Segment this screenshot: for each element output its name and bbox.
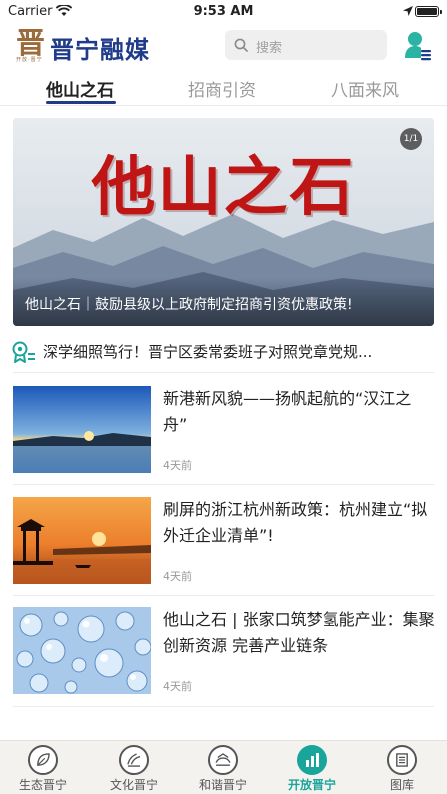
article-thumbnail: [13, 497, 151, 584]
app-title: 晋宁融媒: [50, 36, 150, 64]
app-header: 晋 开放·晋宁 晋宁融媒 搜索: [0, 24, 447, 68]
nav-item-wenhua[interactable]: 文化晋宁: [94, 745, 174, 793]
article-time: 4天前: [163, 459, 192, 472]
banner-page-indicator: 1/1: [400, 128, 422, 150]
clock: 9:53 AM: [193, 4, 254, 19]
banner-caption: 他山之石｜鼓励县级以上政府制定招商引资优惠政策!: [25, 297, 353, 313]
chart-icon: [297, 745, 327, 775]
search-icon: [234, 38, 248, 52]
app-logo: 晋 开放·晋宁: [16, 28, 46, 64]
tab-tashanzhishi[interactable]: 他山之石: [46, 76, 114, 101]
divider: [13, 595, 434, 596]
article-thumbnail: [13, 607, 151, 694]
article-title: 刷屏的浙江杭州新政策：杭州建立“拟外迁企业清单”!: [163, 500, 428, 545]
active-tab-indicator: [46, 101, 116, 104]
divider: [13, 372, 434, 373]
article-item[interactable]: 他山之石 | 张家口筑梦氢能产业：集聚创新资源 完善产业链条 4天前: [13, 607, 435, 695]
logo-glyph: 晋: [16, 26, 46, 60]
article-time: 4天前: [163, 570, 192, 583]
location-arrow-icon: [403, 6, 413, 16]
nav-item-shengtai[interactable]: 生态晋宁: [3, 745, 83, 793]
nav-item-tuku[interactable]: 图库: [362, 745, 442, 793]
notice-item[interactable]: 深学细照笃行！晋宁区委常委班子对照党章党规...: [12, 339, 436, 365]
nav-item-hexie[interactable]: 和谐晋宁: [183, 745, 263, 793]
nav-item-kaifang[interactable]: 开放晋宁: [272, 745, 352, 793]
user-profile-icon[interactable]: [404, 30, 432, 62]
article-time: 4天前: [163, 680, 192, 693]
nav-label: 和谐晋宁: [198, 778, 247, 792]
banner-headline: 他山之石: [91, 150, 356, 225]
nav-label: 生态晋宁: [18, 778, 67, 792]
nav-label: 文化晋宁: [109, 778, 158, 792]
article-title: 他山之石 | 张家口筑梦氢能产业：集聚创新资源 完善产业链条: [163, 610, 435, 655]
battery-icon: [415, 6, 442, 17]
tab-bamianlaifeng[interactable]: 八面来风: [331, 76, 399, 101]
harmony-icon: [208, 745, 238, 775]
article-title: 新港新风貌——扬帆起航的“汉江之舟”: [163, 389, 412, 434]
search-input[interactable]: 搜索: [225, 30, 387, 60]
leaf-icon: [28, 745, 58, 775]
notice-text: 深学细照笃行！晋宁区委常委班子对照党章党规...: [43, 343, 373, 361]
article-item[interactable]: 刷屏的浙江杭州新政策：杭州建立“拟外迁企业清单”! 4天前: [13, 497, 434, 585]
bottom-navigation: 生态晋宁 文化晋宁 和谐晋宁 开放晋宁 图库: [0, 740, 447, 794]
notice-badge-icon: [12, 341, 35, 363]
article-item[interactable]: 新港新风貌——扬帆起航的“汉江之舟” 4天前: [13, 386, 434, 474]
divider: [13, 484, 434, 485]
nav-label: 图库: [389, 778, 414, 792]
search-placeholder: 搜索: [256, 41, 283, 56]
article-thumbnail: [13, 386, 151, 473]
culture-icon: [119, 745, 149, 775]
category-tabs: 他山之石 招商引资 八面来风: [0, 70, 447, 106]
tab-zhaoshangyinzi[interactable]: 招商引资: [188, 76, 256, 101]
featured-banner[interactable]: 他山之石 他山之石｜鼓励县级以上政府制定招商引资优惠政策! 1/1: [13, 118, 434, 326]
nav-label: 开放晋宁: [287, 778, 336, 792]
logo-subtext: 开放·晋宁: [16, 57, 43, 63]
divider: [13, 706, 434, 707]
status-bar: Carrier 9:53 AM: [0, 0, 447, 24]
gallery-icon: [387, 745, 417, 775]
